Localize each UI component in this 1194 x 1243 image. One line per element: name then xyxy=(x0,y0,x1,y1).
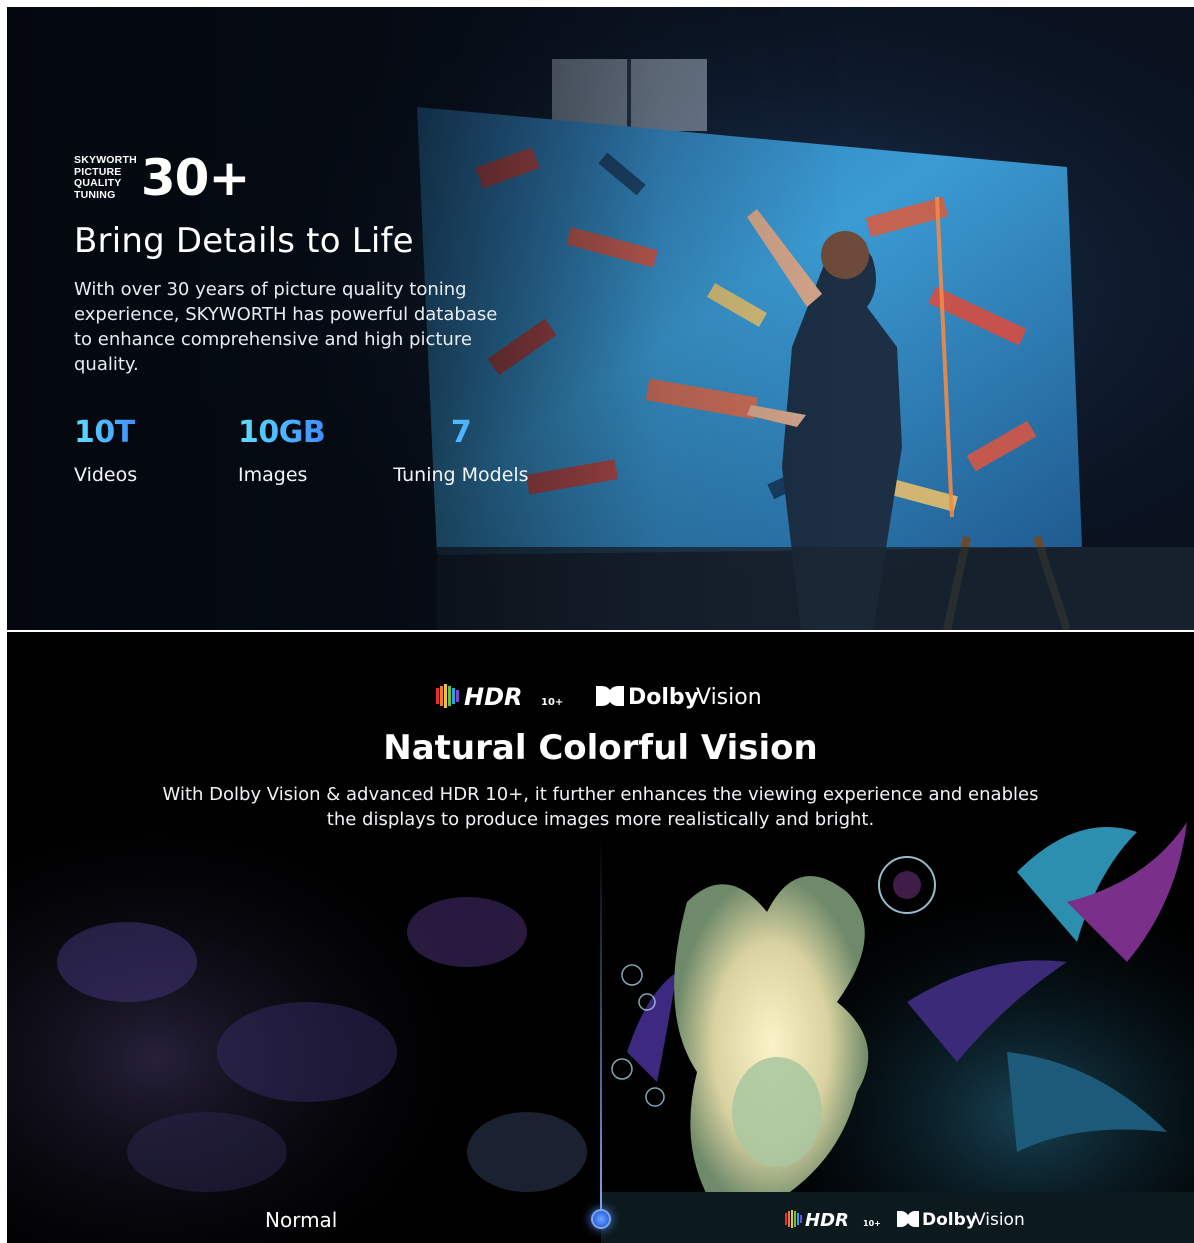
stat-label: Images xyxy=(238,464,308,486)
hdr-small-wordmark: HDR xyxy=(805,1210,849,1230)
normal-label: Normal xyxy=(265,1208,338,1232)
hdr-small-suffix: 10+ xyxy=(863,1219,881,1228)
hdr-dolby-logos-small: HDR 10+ Dolby Vision xyxy=(785,1208,1025,1230)
comparison-divider[interactable] xyxy=(600,837,602,1217)
hdr10plus-small-icon: HDR 10+ xyxy=(785,1210,881,1230)
tuning-caption-line: TUNING xyxy=(74,188,116,201)
vision-wordmark: Vision xyxy=(696,685,762,710)
tuning-years-value: 30+ xyxy=(140,149,250,207)
vision-title: Natural Colorful Vision xyxy=(383,728,818,768)
stat-label: Videos xyxy=(74,464,138,486)
dolby-small-wordmark: Dolby xyxy=(922,1210,977,1230)
stat-tuning-models: 7 Tuning Models xyxy=(391,417,531,487)
tuning-caption: SKYWORTH PICTURE QUALITY TUNING xyxy=(74,154,137,201)
hero-title: Bring Details to Life xyxy=(74,221,414,261)
stat-value: 10T xyxy=(74,417,137,449)
comparison-slider-handle[interactable] xyxy=(591,1209,611,1229)
vision-description: With Dolby Vision & advanced HDR 10+, it… xyxy=(162,784,1039,830)
tuning-caption-line: SKYWORTH xyxy=(74,154,137,166)
tuning-caption-line: QUALITY xyxy=(74,177,122,189)
hero-text-block: SKYWORTH PICTURE QUALITY TUNING 30+ Brin… xyxy=(74,153,554,377)
dolby-double-d-icon: Dolby Vision xyxy=(595,685,762,710)
dolby-vision-logo: Dolby Vision xyxy=(595,682,766,710)
picture-quality-banner: SKYWORTH PICTURE QUALITY TUNING 30+ Brin… xyxy=(7,7,1194,630)
dolby-wordmark: Dolby xyxy=(628,685,699,710)
stat-value: 10GB xyxy=(238,415,326,450)
dolby-vision-small-icon: Dolby Vision xyxy=(897,1210,1025,1230)
hdr-suffix: 10+ xyxy=(541,697,563,708)
stat-label: Tuning Models xyxy=(393,464,529,486)
stat-images: 10GB Images xyxy=(238,415,326,487)
hdr-rainbow-icon: HDR 10+ xyxy=(435,683,563,710)
stat-value: 7 xyxy=(391,417,531,449)
hdr10plus-logo: HDR 10+ xyxy=(435,682,576,710)
hdr-wordmark: HDR xyxy=(464,683,523,710)
stats-row: 10T Videos 10GB Images 7 Tuning Models xyxy=(74,417,594,497)
stat-videos: 10T Videos xyxy=(74,417,138,487)
vision-small-wordmark: Vision xyxy=(974,1210,1025,1230)
tuning-badge: SKYWORTH PICTURE QUALITY TUNING 30+ xyxy=(74,153,554,203)
hdr-dolby-vision-section: HDR 10+ Dolby Vision Natural Colorful Vi… xyxy=(7,632,1194,1243)
hdr-dolby-logos: HDR 10+ Dolby Vision xyxy=(7,682,1194,710)
hero-description: With over 30 years of picture quality to… xyxy=(74,279,498,375)
